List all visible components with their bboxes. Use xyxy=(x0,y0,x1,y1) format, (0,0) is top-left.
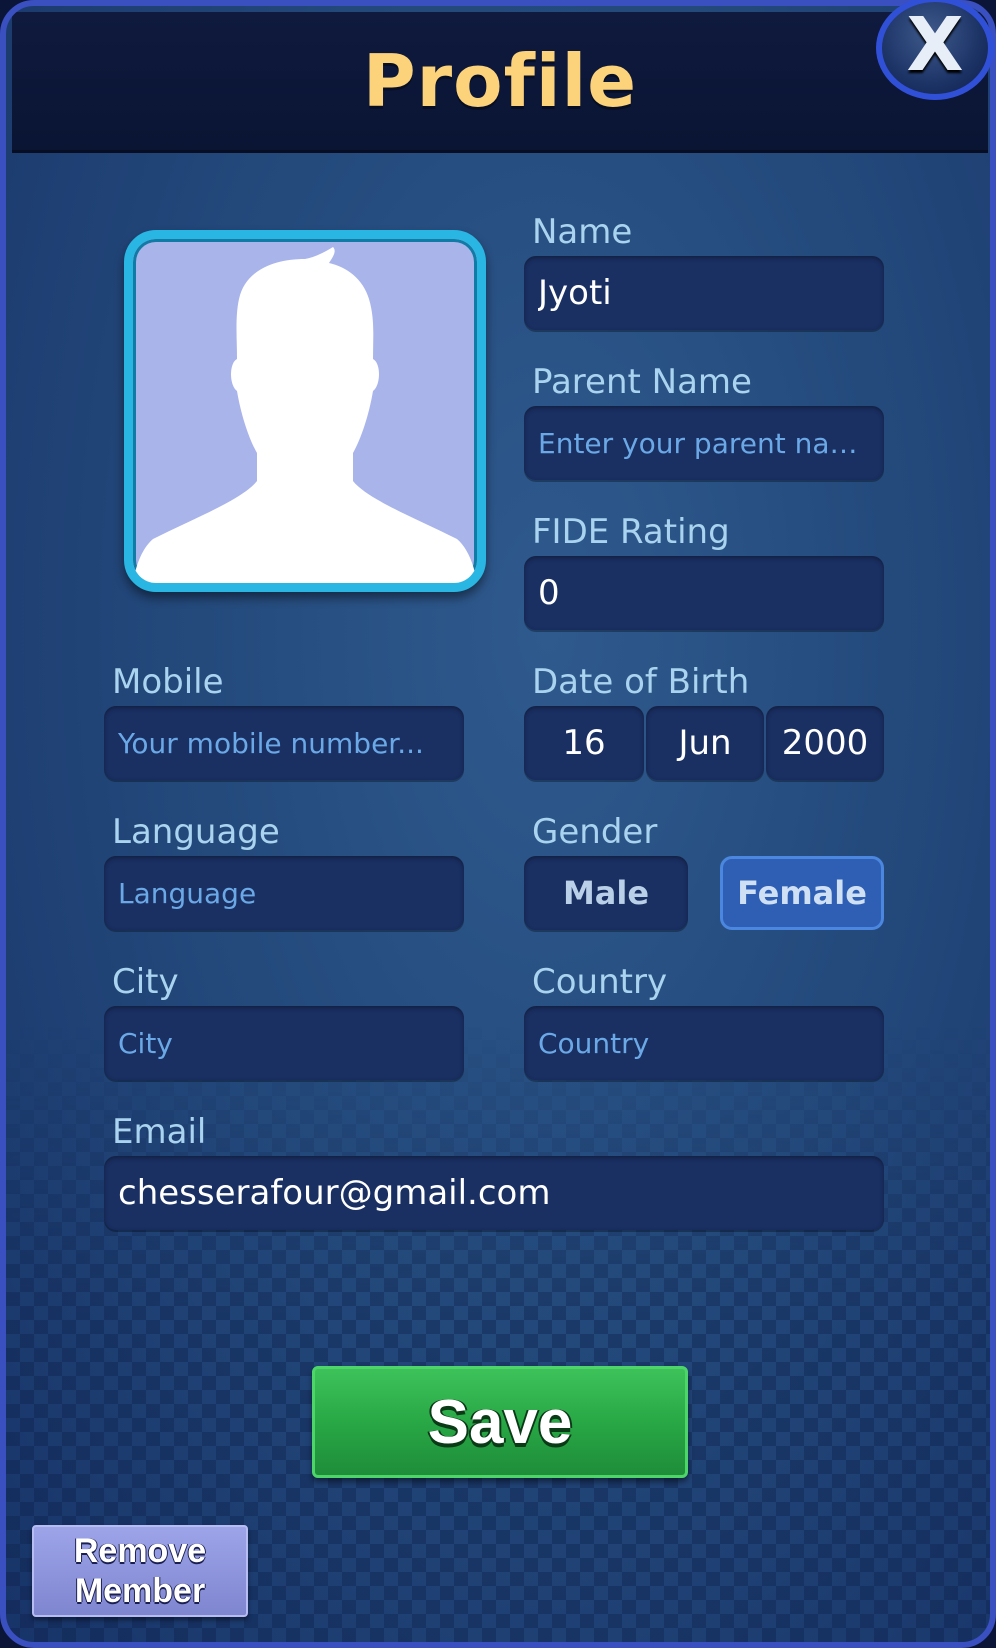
fide-rating-label: FIDE Rating xyxy=(532,512,730,552)
mobile-field[interactable]: Your mobile number... xyxy=(104,706,464,780)
profile-dialog: Profile Name Jyoti Parent Name Enter you… xyxy=(0,0,996,1648)
country-placeholder: Country xyxy=(538,1026,650,1060)
language-field[interactable]: Language xyxy=(104,856,464,930)
remove-member-button[interactable]: Remove Member xyxy=(32,1525,248,1617)
close-icon: X xyxy=(906,2,964,88)
dialog-header: Profile xyxy=(12,12,988,153)
page-title: Profile xyxy=(362,39,638,123)
gender-label: Gender xyxy=(532,812,658,852)
fide-rating-field[interactable]: 0 xyxy=(524,556,884,630)
country-field[interactable]: Country xyxy=(524,1006,884,1080)
name-label: Name xyxy=(532,212,633,252)
country-label: Country xyxy=(532,962,668,1002)
avatar[interactable] xyxy=(124,230,486,592)
city-label: City xyxy=(112,962,179,1002)
fide-rating-value: 0 xyxy=(538,573,560,613)
email-field[interactable]: chesserafour@gmail.com xyxy=(104,1156,884,1230)
language-placeholder: Language xyxy=(118,876,257,910)
city-placeholder: City xyxy=(118,1026,173,1060)
name-field[interactable]: Jyoti xyxy=(524,256,884,330)
parent-name-field[interactable]: Enter your parent name... xyxy=(524,406,884,480)
dob-year-select[interactable]: 2000 xyxy=(766,706,884,780)
save-button-label: Save xyxy=(427,1387,573,1457)
mobile-label: Mobile xyxy=(112,662,224,702)
email-value: chesserafour@gmail.com xyxy=(118,1173,551,1213)
name-value: Jyoti xyxy=(538,273,612,313)
language-label: Language xyxy=(112,812,280,852)
dob-day-select[interactable]: 16 xyxy=(524,706,644,780)
parent-name-label: Parent Name xyxy=(532,362,752,402)
parent-name-placeholder: Enter your parent name... xyxy=(538,426,870,460)
mobile-placeholder: Your mobile number... xyxy=(118,726,424,760)
save-button[interactable]: Save xyxy=(312,1366,688,1478)
gender-female-button[interactable]: Female xyxy=(720,856,884,930)
dob-month-select[interactable]: Jun xyxy=(646,706,764,780)
email-label: Email xyxy=(112,1112,207,1152)
remove-member-label: Remove Member xyxy=(73,1532,207,1610)
close-button[interactable]: X xyxy=(876,0,994,100)
gender-male-button[interactable]: Male xyxy=(524,856,688,930)
date-of-birth-label: Date of Birth xyxy=(532,662,750,702)
default-avatar-silhouette-icon xyxy=(133,247,477,583)
city-field[interactable]: City xyxy=(104,1006,464,1080)
